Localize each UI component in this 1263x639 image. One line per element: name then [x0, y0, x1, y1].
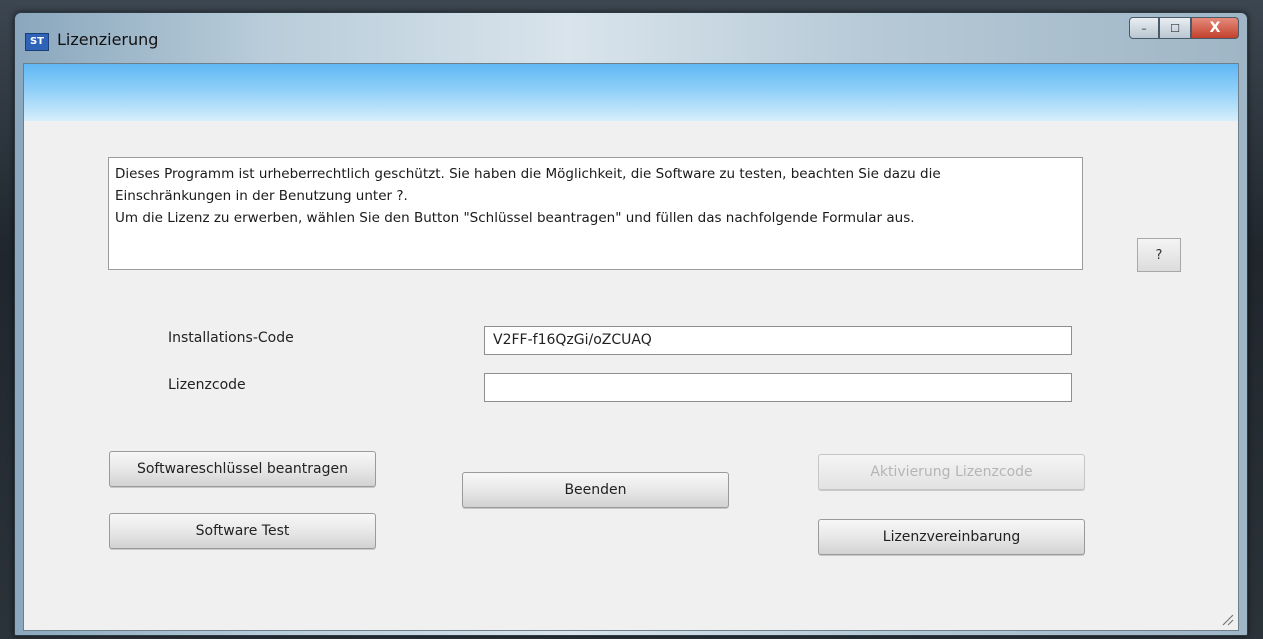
exit-button[interactable]: Beenden	[462, 472, 729, 508]
info-textbox: Dieses Programm ist urheberrechtlich ges…	[108, 157, 1083, 270]
license-agreement-button[interactable]: Lizenzvereinbarung	[818, 519, 1085, 555]
request-key-button[interactable]: Softwareschlüssel beantragen	[109, 451, 376, 487]
dialog-body: Dieses Programm ist urheberrechtlich ges…	[23, 63, 1239, 631]
help-button[interactable]: ?	[1137, 238, 1181, 272]
installation-code-field[interactable]: V2FF-f16QzGi/oZCUAQ	[484, 326, 1072, 355]
info-line: Einschränkungen in der Benutzung unter ?…	[115, 188, 408, 204]
info-line: Um die Lizenz zu erwerben, wählen Sie de…	[115, 210, 915, 226]
resize-grip-icon[interactable]	[1220, 612, 1234, 626]
close-button[interactable]: X	[1191, 17, 1239, 39]
title-bar[interactable]: ST Lizenzierung – ☐ X	[15, 13, 1247, 63]
window-title: Lizenzierung	[57, 30, 159, 49]
maximize-button[interactable]: ☐	[1159, 17, 1191, 39]
license-window: ST Lizenzierung – ☐ X Dieses Programm is…	[14, 12, 1248, 636]
license-code-field[interactable]	[484, 373, 1072, 402]
activate-license-button[interactable]: Aktivierung Lizenzcode	[818, 454, 1085, 490]
maximize-icon: ☐	[1170, 21, 1180, 35]
license-code-label: Lizenzcode	[168, 377, 246, 393]
close-icon: X	[1209, 20, 1221, 36]
app-logo-icon: ST	[25, 33, 49, 51]
software-test-button[interactable]: Software Test	[109, 513, 376, 549]
minimize-icon: –	[1141, 21, 1147, 35]
info-line: Dieses Programm ist urheberrechtlich ges…	[115, 166, 941, 182]
window-controls: – ☐ X	[1129, 17, 1239, 39]
minimize-button[interactable]: –	[1129, 17, 1159, 39]
header-banner	[24, 64, 1238, 121]
installation-code-label: Installations-Code	[168, 330, 294, 346]
